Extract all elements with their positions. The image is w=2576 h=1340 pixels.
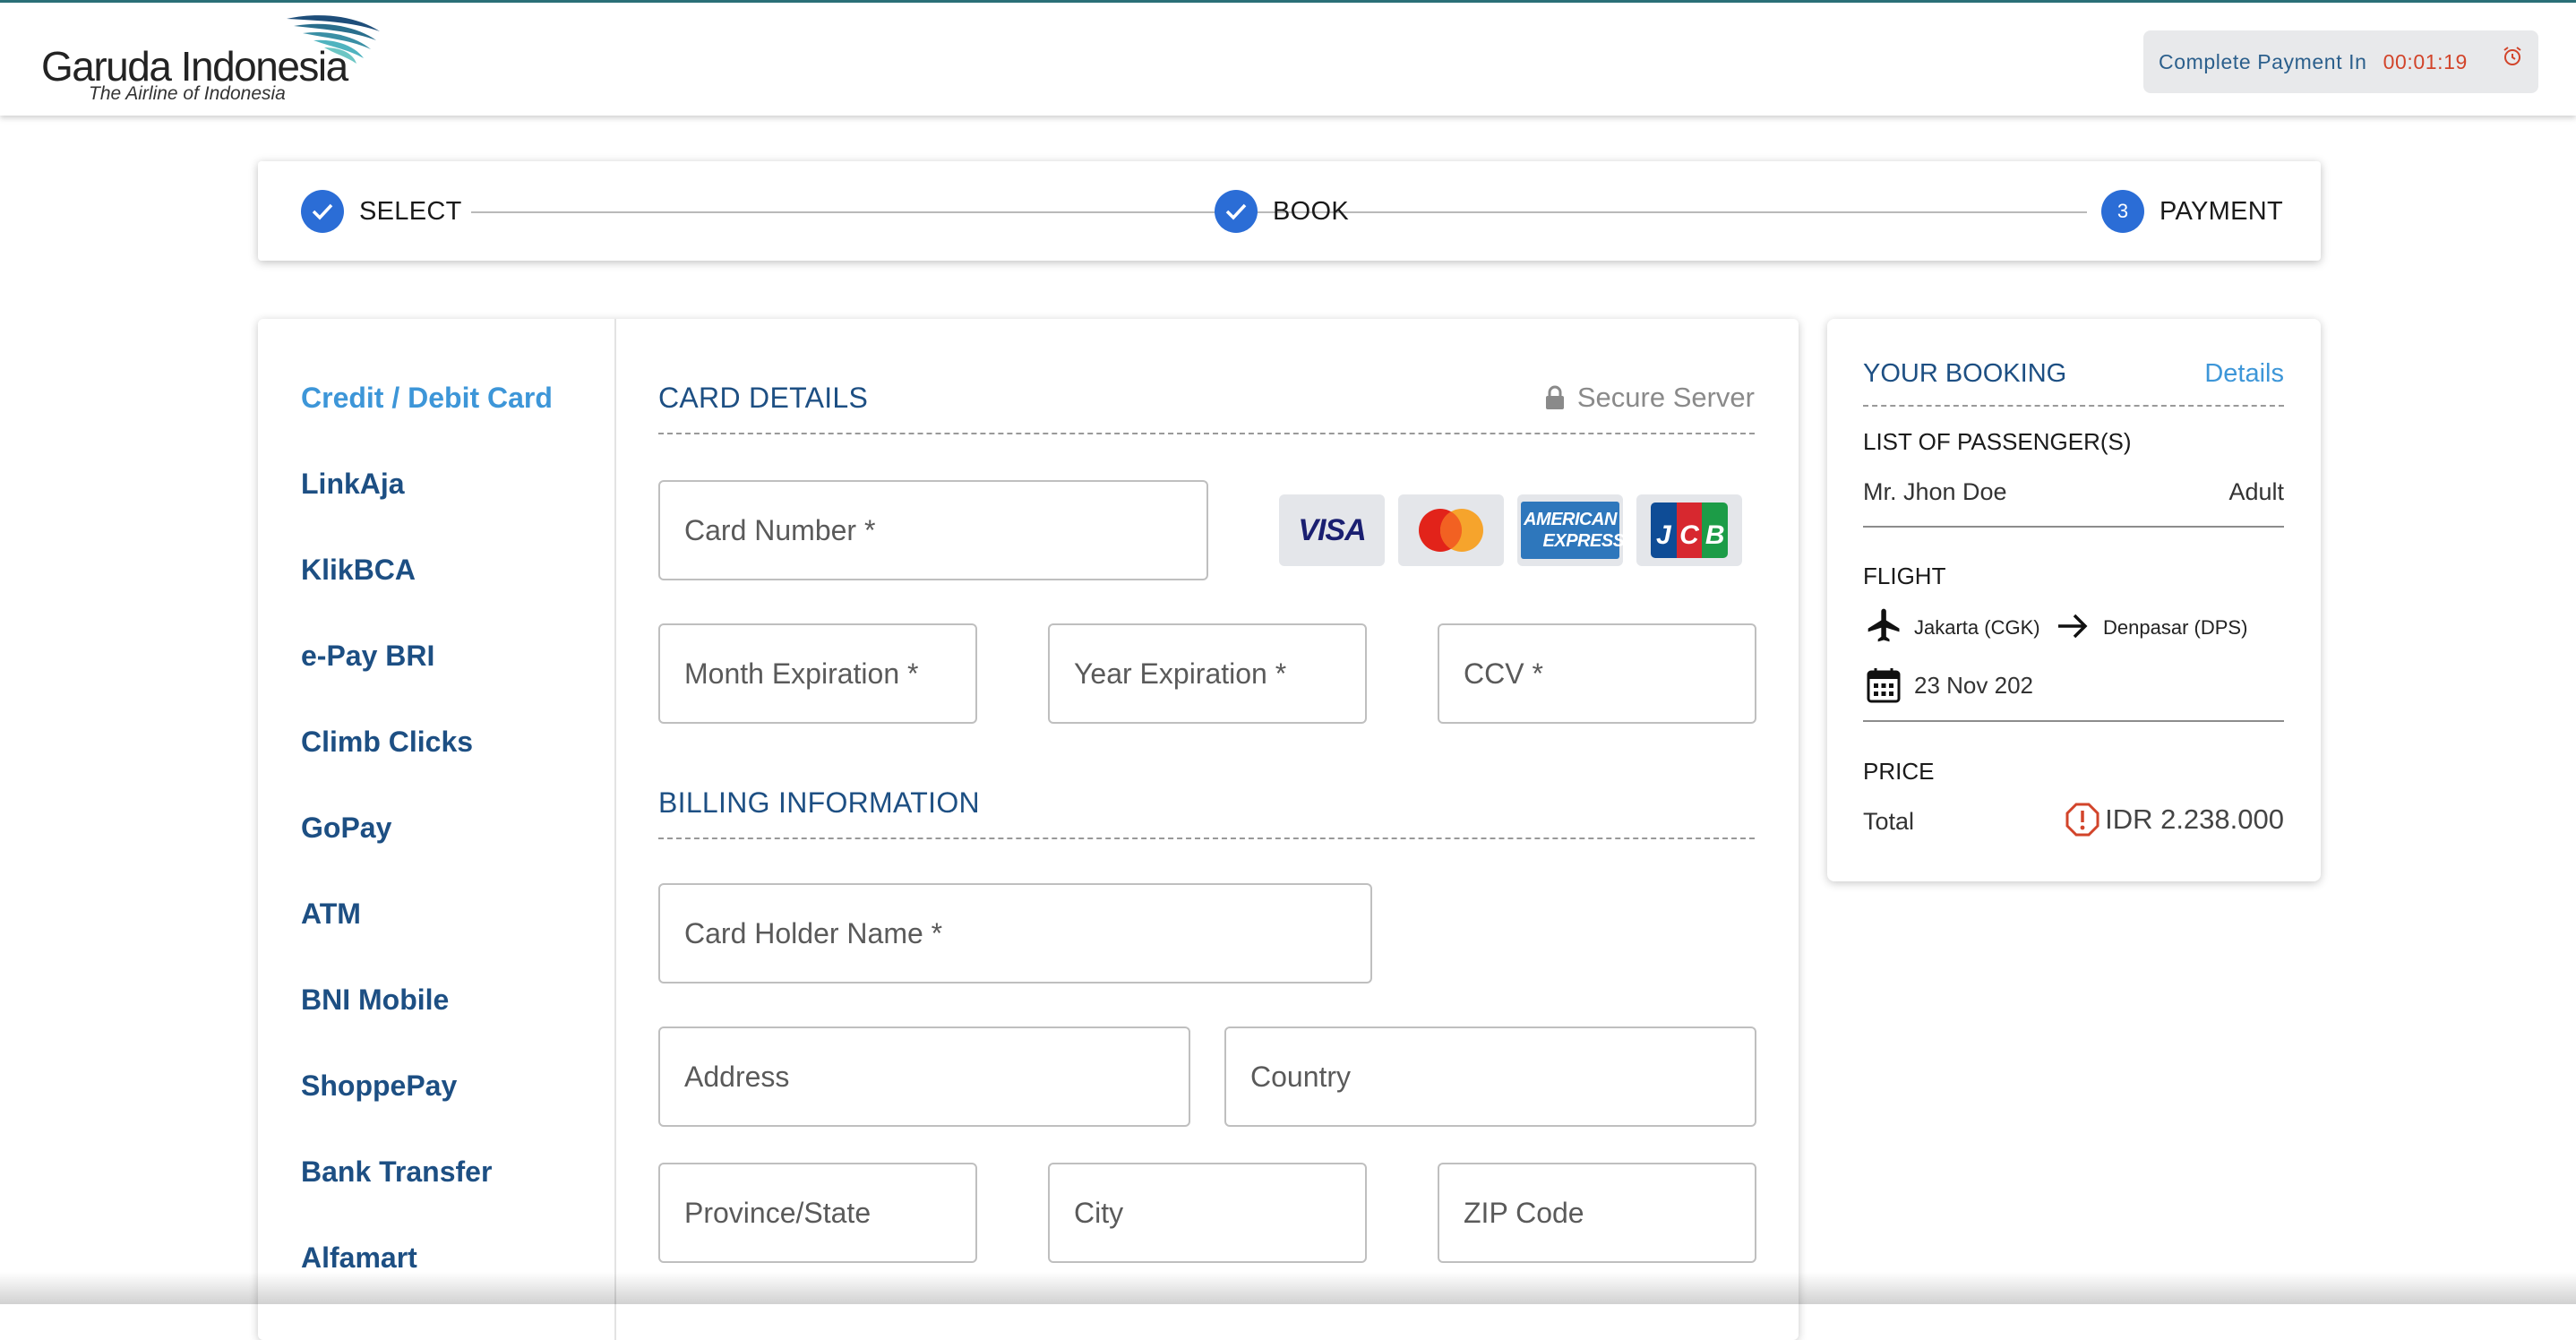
timer-label: Complete Payment In [2159,49,2367,73]
brand-tagline: The Airline of Indonesia [89,83,286,104]
timer-value: 00:01:19 [2383,49,2468,73]
card-number-input[interactable] [658,480,1208,580]
arrow-right-icon [2058,614,2088,639]
step-label: BOOK [1273,196,1349,226]
step-connector [1361,211,2087,213]
total-label: Total [1863,808,1915,835]
booking-title: YOUR BOOKING [1863,359,2067,388]
top-header: Garuda Indonesia The Airline of Indonesi… [0,0,2576,116]
payment-method-list: Credit / Debit Card LinkAja KlikBCA e-Pa… [258,319,616,1340]
year-expiration-input[interactable] [1048,623,1367,724]
airplane-icon [1868,608,1900,642]
total-value: IDR 2.238.000 [2105,803,2284,835]
passenger-type: Adult [2228,478,2284,505]
lock-icon [1545,385,1564,409]
alert-icon[interactable] [2065,803,2099,837]
month-expiration-input[interactable] [658,623,977,724]
method-alfamart[interactable]: Alfamart [301,1241,417,1275]
ccv-input[interactable] [1438,623,1756,724]
step-payment[interactable]: 3 PAYMENT [2101,190,2283,233]
flight-date: 23 Nov 202 [1914,672,2033,699]
zip-code-input[interactable] [1438,1163,1756,1263]
method-atm[interactable]: ATM [301,898,361,931]
method-linkaja[interactable]: LinkAja [301,468,405,501]
jcb-letter: C [1676,502,1703,558]
check-icon [1215,190,1258,233]
booking-summary: YOUR BOOKING Details LIST OF PASSENGER(S… [1827,319,2321,881]
step-label: PAYMENT [2160,196,2283,226]
amex-logo: AMERICAN EXPRESS [1517,494,1625,566]
section-divider [658,838,1755,839]
method-epay-bri[interactable]: e-Pay BRI [301,640,434,673]
card-details-title: CARD DETAILS [658,382,869,414]
method-bni-mobile[interactable]: BNI Mobile [301,984,449,1017]
step-select[interactable]: SELECT [301,190,462,233]
jcb-logo: J C B [1636,494,1742,566]
passengers-heading: LIST OF PASSENGER(S) [1863,428,2132,455]
payment-timer: Complete Payment In 00:01:19 [2143,30,2538,93]
card-holder-name-input[interactable] [658,883,1372,984]
jcb-letter: B [1702,502,1728,558]
flight-destination: Denpasar (DPS) [2103,616,2248,639]
jcb-logo-mark: J C B [1651,502,1728,558]
flight-origin: Jakarta (CGK) [1914,616,2040,639]
city-input[interactable] [1048,1163,1367,1263]
section-divider [1863,720,2284,722]
payment-panel: Credit / Debit Card LinkAja KlikBCA e-Pa… [258,319,1799,1340]
passenger-name: Mr. Jhon Doe [1863,478,2007,505]
calendar-icon [1867,668,1901,703]
jcb-letter: J [1651,502,1677,558]
booking-details-link[interactable]: Details [2204,359,2284,389]
price-heading: PRICE [1863,758,1935,785]
step-label: SELECT [359,196,462,226]
method-shoppepay[interactable]: ShoppePay [301,1069,457,1103]
step-book[interactable]: BOOK [1215,190,1349,233]
secure-server-indicator: Secure Server [1543,382,1755,414]
billing-information-title: BILLING INFORMATION [658,786,980,819]
province-state-input[interactable] [658,1163,977,1263]
flight-heading: FLIGHT [1863,563,1946,589]
country-input[interactable] [1224,1026,1756,1127]
section-divider [1863,405,2284,407]
method-gopay[interactable]: GoPay [301,812,391,845]
method-credit-debit-card[interactable]: Credit / Debit Card [301,382,553,415]
visa-logo: VISA [1279,494,1385,566]
section-divider [658,433,1755,434]
alarm-clock-icon [2503,47,2521,65]
amex-line2: EXPRESS [1542,531,1625,551]
amex-logo-mark: AMERICAN EXPRESS [1521,502,1625,559]
checkout-stepper: SELECT BOOK 3 PAYMENT [258,161,2321,261]
total-price: IDR 2.238.000 [2065,803,2284,837]
mastercard-logo [1398,494,1504,566]
garuda-logo[interactable]: Garuda Indonesia The Airline of Indonesi… [39,12,389,106]
method-bank-transfer[interactable]: Bank Transfer [301,1155,492,1189]
amex-line1: AMERICAN [1524,510,1617,529]
step-number-badge: 3 [2101,190,2144,233]
section-divider [1863,526,2284,528]
address-input[interactable] [658,1026,1190,1127]
secure-server-label: Secure Server [1576,382,1755,413]
mastercard-icon [1419,509,1483,552]
method-klikbca[interactable]: KlikBCA [301,554,416,587]
check-icon [301,190,344,233]
method-climb-clicks[interactable]: Climb Clicks [301,726,473,759]
visa-logo-text: VISA [1298,512,1366,547]
